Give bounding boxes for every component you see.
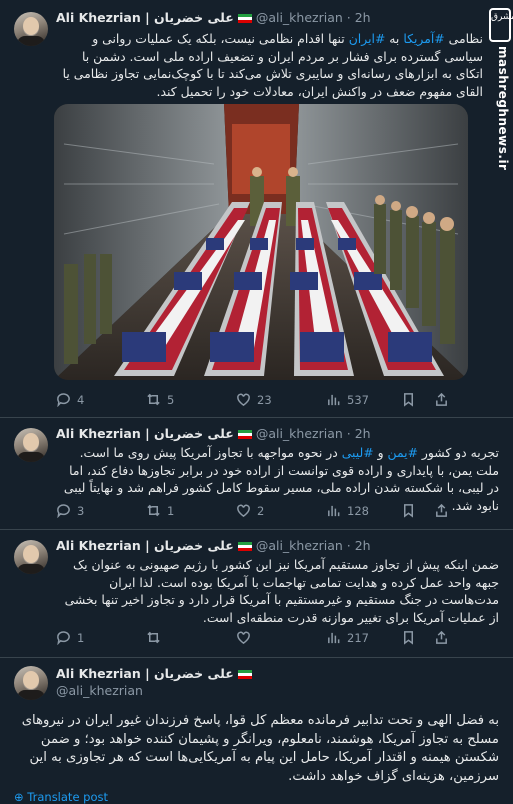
tweet-header: Ali Khezrian | علی خضریان [56,666,503,684]
tweet-header: Ali Khezrian | علی خضریان @ali_khezrian ·… [56,538,371,553]
iran-flag-icon [237,670,252,679]
tweet-4-focused[interactable]: Ali Khezrian | علی خضریان @ali_khezrian … [0,658,513,800]
share-icon [436,503,447,517]
share-button[interactable] [434,392,449,407]
share-button[interactable] [434,630,449,645]
author-handle[interactable]: @ali_khezrian [56,683,143,698]
reply-button[interactable]: 4 [56,392,84,407]
bookmark-icon [404,631,413,645]
reply-button[interactable]: 1 [56,630,84,645]
heart-icon [237,393,250,407]
tweet-time[interactable]: 2h [355,426,371,441]
tweet-1[interactable]: Ali Khezrian | علی خضریان @ali_khezrian ·… [0,0,513,418]
author-name[interactable]: Ali Khezrian | علی خضریان [56,10,234,25]
tweet-header: Ali Khezrian | علی خضریان @ali_khezrian ·… [56,426,371,441]
tweet-time[interactable]: 2h [355,538,371,553]
tweet-text: ضمن اینکه پیش از تجاوز مستقیم آمریکا نیز… [64,557,499,625]
views-button[interactable]: 217 [326,630,369,645]
tweet-2[interactable]: Ali Khezrian | علی خضریان @ali_khezrian ·… [0,418,513,530]
caskets-photo [54,104,468,380]
bar-chart-icon [328,394,340,406]
tweet-time[interactable]: 2h [355,10,371,25]
repost-icon [147,504,160,517]
tweet-text: به فضل الهی و تحت تدابیر فرمانده معظم کل… [21,713,499,784]
tweet-actions: 1 217 [56,630,501,648]
reply-icon [57,393,70,407]
tweet-text: نظامی #آمریکا به #ایران تنها اقدام نظامی… [62,31,483,99]
bookmark-icon [404,393,413,407]
views-button[interactable]: 128 [326,503,369,518]
author-handle[interactable]: @ali_khezrian [256,538,343,553]
avatar[interactable] [14,12,48,46]
heart-icon [237,631,250,645]
reply-icon [57,631,70,645]
author-handle[interactable]: @ali_khezrian [256,10,343,25]
bookmark-icon [404,504,413,518]
author-handle[interactable]: @ali_khezrian [256,426,343,441]
like-button[interactable]: 2 [236,503,264,518]
tweet-3[interactable]: Ali Khezrian | علی خضریان @ali_khezrian ·… [0,530,513,658]
repost-icon [147,393,160,406]
heart-icon [237,504,250,518]
avatar[interactable] [14,540,48,574]
repost-icon [147,631,160,644]
bookmark-button[interactable] [401,503,416,518]
reply-icon [57,504,70,518]
author-name[interactable]: Ali Khezrian | علی خضریان [56,538,234,553]
reply-button[interactable]: 3 [56,503,84,518]
like-button[interactable]: 23 [236,392,272,407]
iran-flag-icon [237,430,252,439]
globe-icon: ⊕ [14,790,24,804]
iran-flag-icon [237,542,252,551]
bookmark-button[interactable] [401,392,416,407]
bookmark-button[interactable] [401,630,416,645]
avatar[interactable] [14,666,48,700]
bar-chart-icon [328,505,340,517]
share-icon [436,392,447,406]
avatar[interactable] [14,428,48,462]
tweet-actions: 4 5 23 537 [56,392,501,410]
like-button[interactable] [236,630,257,645]
repost-button[interactable]: 1 [146,503,174,518]
repost-button[interactable]: 5 [146,392,174,407]
translate-post-link[interactable]: ⊕ Translate post [14,790,108,804]
share-icon [436,630,447,644]
author-name[interactable]: Ali Khezrian | علی خضریان [56,426,234,441]
iran-flag-icon [237,14,252,23]
views-button[interactable]: 537 [326,392,369,407]
tweet-actions: 3 1 2 128 [56,503,501,521]
tweet-header: Ali Khezrian | علی خضریان @ali_khezrian ·… [56,10,371,25]
bar-chart-icon [328,632,340,644]
tweet-image-caskets-in-cargo-plane[interactable] [54,104,468,380]
share-button[interactable] [434,503,449,518]
repost-button[interactable] [146,630,167,645]
tweet-handle-line: @ali_khezrian [56,683,503,701]
author-name[interactable]: Ali Khezrian | علی خضریان [56,666,234,681]
